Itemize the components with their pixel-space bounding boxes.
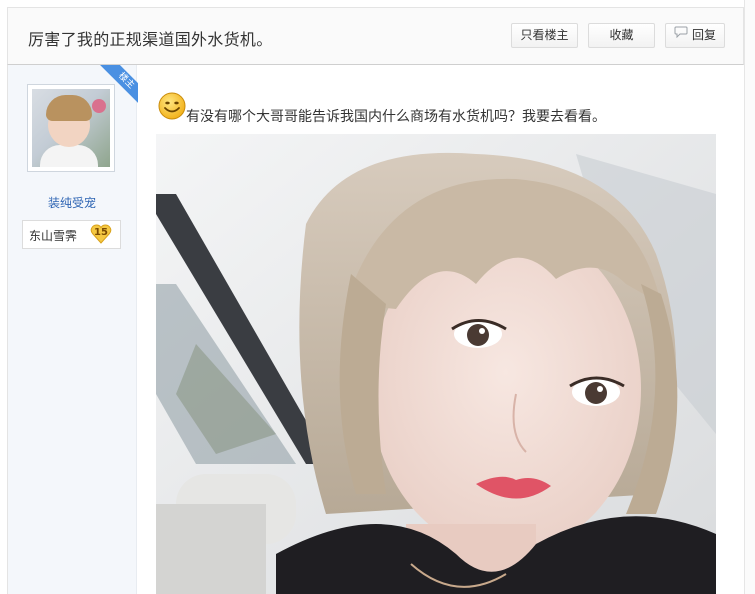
post-text: 有没有哪个大哥哥能告诉我国内什么商场有水货机吗？我要去看看。 (186, 109, 606, 125)
reply-button[interactable]: 回复 (665, 23, 725, 48)
post: 楼主 装纯受宠 东山雪霁 15 有没有哪个大哥哥能告诉我国内什么商场有水货机吗？… (7, 65, 745, 594)
speech-bubble-icon (674, 23, 688, 46)
avatar-image (32, 89, 110, 167)
avatar[interactable] (27, 84, 115, 172)
forum-badge-name: 东山雪霁 (29, 229, 78, 243)
author-username[interactable]: 装纯受宠 (8, 194, 136, 211)
smiley-face-icon (157, 91, 187, 125)
author-panel: 楼主 装纯受宠 东山雪霁 15 (8, 65, 138, 594)
thread-title: 厉害了我的正规渠道国外水货机。 (28, 30, 273, 49)
thread-header: 厉害了我的正规渠道国外水货机。 只看楼主 收藏 回复 (7, 7, 744, 65)
forum-badge[interactable]: 东山雪霁 15 (22, 220, 121, 249)
only-op-button[interactable]: 只看楼主 (511, 23, 578, 48)
page-scroll-edge (744, 0, 755, 594)
favorite-button[interactable]: 收藏 (588, 23, 655, 48)
post-text-row: 有没有哪个大哥哥能告诉我国内什么商场有水货机吗？我要去看看。 (156, 87, 716, 136)
post-content: 有没有哪个大哥哥能告诉我国内什么商场有水货机吗？我要去看看。 (156, 65, 716, 594)
level-badge: 15 (90, 223, 112, 245)
reply-button-label: 回复 (691, 28, 716, 42)
level-number: 15 (94, 227, 108, 238)
post-photo[interactable] (156, 134, 716, 594)
